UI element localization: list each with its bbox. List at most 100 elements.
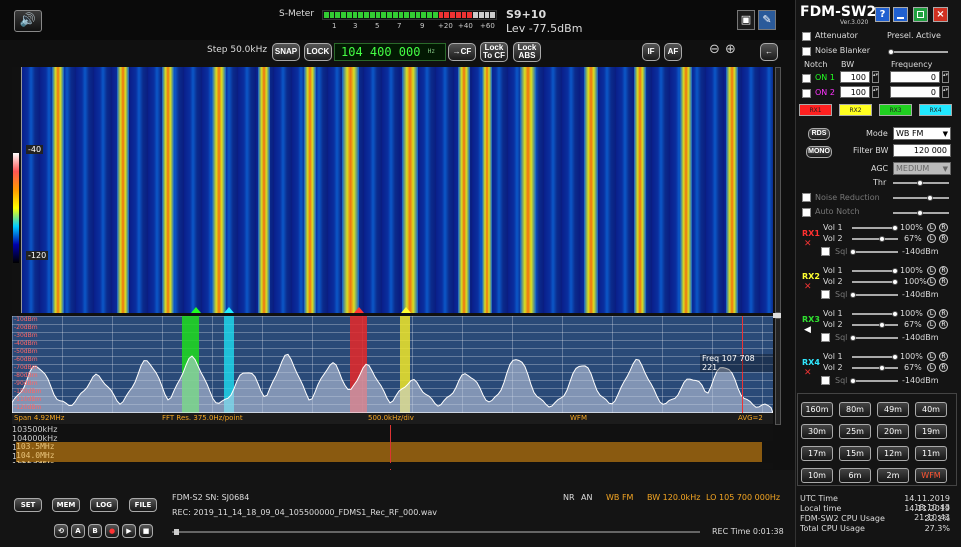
auto-notch-checkbox[interactable] bbox=[802, 208, 811, 217]
noise-blanker-slider[interactable] bbox=[888, 49, 948, 55]
mem-button[interactable]: MEM bbox=[52, 498, 80, 512]
slider-knob[interactable] bbox=[917, 210, 923, 216]
stop-icon[interactable]: ■ bbox=[139, 524, 153, 538]
notch1-bw-spinner[interactable]: ▴▾ bbox=[872, 71, 879, 83]
loop-icon[interactable]: ⟲ bbox=[54, 524, 68, 538]
rx1-select-button[interactable]: RX1 bbox=[799, 104, 832, 116]
spectrum-scrollbar[interactable] bbox=[775, 318, 781, 425]
band-button-6m[interactable]: 6m bbox=[839, 468, 871, 483]
record-icon[interactable]: ● bbox=[105, 524, 119, 538]
auto-notch-slider[interactable] bbox=[893, 210, 949, 216]
left-channel-icon[interactable]: L bbox=[927, 363, 936, 372]
set-button[interactable]: SET bbox=[14, 498, 42, 512]
notch1-freq-spinner[interactable]: ▴▾ bbox=[942, 71, 949, 83]
frequency-display[interactable]: 104 400 000 Hz bbox=[334, 43, 446, 61]
tools-icon[interactable]: ✎ bbox=[758, 10, 776, 30]
sql-checkbox[interactable] bbox=[821, 376, 830, 385]
mono-button[interactable]: MONO bbox=[806, 146, 832, 158]
left-channel-icon[interactable]: L bbox=[927, 320, 936, 329]
vol2-slider[interactable] bbox=[852, 322, 898, 328]
band-scrollbar[interactable] bbox=[12, 463, 773, 469]
slider-knob[interactable] bbox=[850, 378, 856, 384]
band-button-40m[interactable]: 40m bbox=[915, 402, 947, 417]
notch1-bw-input[interactable]: 100 bbox=[840, 71, 870, 83]
right-channel-icon[interactable]: R bbox=[939, 352, 948, 361]
band-button-2m[interactable]: 2m bbox=[877, 468, 909, 483]
vol2-slider[interactable] bbox=[852, 279, 898, 285]
screenshot-icon[interactable]: ▣ bbox=[737, 10, 755, 30]
sql-slider[interactable] bbox=[850, 378, 898, 384]
speaker-mute-icon[interactable]: ✕ bbox=[804, 239, 812, 249]
zoom-in-icon[interactable]: ⊕ bbox=[725, 42, 736, 57]
slider-knob[interactable] bbox=[892, 279, 898, 285]
speaker-mute-icon[interactable]: ✕ bbox=[804, 368, 812, 378]
rec-progress-track[interactable] bbox=[172, 529, 700, 535]
slider-knob[interactable] bbox=[850, 249, 856, 255]
rx4-select-button[interactable]: RX4 bbox=[919, 104, 952, 116]
notch2-freq-input[interactable]: 0 bbox=[890, 86, 940, 98]
speaker-icon[interactable]: 🔊 bbox=[14, 10, 42, 32]
slider-knob[interactable] bbox=[888, 49, 894, 55]
rx2-select-button[interactable]: RX2 bbox=[839, 104, 872, 116]
vol2-slider[interactable] bbox=[852, 365, 898, 371]
vol1-slider[interactable] bbox=[852, 354, 898, 360]
to-cf-button[interactable]: →CF bbox=[448, 43, 476, 61]
right-channel-icon[interactable]: R bbox=[939, 309, 948, 318]
slider-knob[interactable] bbox=[892, 354, 898, 360]
a-button[interactable]: A bbox=[71, 524, 85, 538]
noise-reduction-checkbox[interactable] bbox=[802, 193, 811, 202]
right-channel-icon[interactable]: R bbox=[939, 277, 948, 286]
frequency-axis[interactable]: 103500kHz104000kHz104500kHz105000kHz1055… bbox=[12, 425, 773, 515]
band-button-30m[interactable]: 30m bbox=[801, 424, 833, 439]
noise-reduction-slider[interactable] bbox=[893, 195, 949, 201]
vol1-slider[interactable] bbox=[852, 268, 898, 274]
slider-knob[interactable] bbox=[892, 268, 898, 274]
collapse-arrow-icon[interactable]: ← bbox=[760, 43, 778, 61]
band-button-wfm[interactable]: WFM bbox=[915, 468, 947, 483]
band-button-25m[interactable]: 25m bbox=[839, 424, 871, 439]
vol1-slider[interactable] bbox=[852, 225, 898, 231]
notch2-bw-spinner[interactable]: ▴▾ bbox=[872, 86, 879, 98]
left-channel-icon[interactable]: L bbox=[927, 277, 936, 286]
file-button[interactable]: FILE bbox=[129, 498, 157, 512]
b-button[interactable]: B bbox=[88, 524, 102, 538]
band-button-80m[interactable]: 80m bbox=[839, 402, 871, 417]
close-icon[interactable]: × bbox=[933, 7, 948, 22]
help-icon[interactable]: ? bbox=[875, 7, 890, 22]
slider-knob[interactable] bbox=[878, 322, 885, 328]
minimize-button[interactable] bbox=[893, 7, 908, 22]
band-button-49m[interactable]: 49m bbox=[877, 402, 909, 417]
log-button[interactable]: LOG bbox=[90, 498, 118, 512]
filter-bw-input[interactable]: 120 000 bbox=[893, 144, 951, 157]
notch2-checkbox[interactable] bbox=[802, 89, 811, 98]
band-button-17m[interactable]: 17m bbox=[801, 446, 833, 461]
left-channel-icon[interactable]: L bbox=[927, 234, 936, 243]
notch1-checkbox[interactable] bbox=[802, 74, 811, 83]
sql-checkbox[interactable] bbox=[821, 333, 830, 342]
lock-abs-button[interactable]: Lock ABS bbox=[513, 42, 541, 62]
slider-knob[interactable] bbox=[878, 365, 885, 371]
slider-knob[interactable] bbox=[878, 236, 885, 242]
left-channel-icon[interactable]: L bbox=[927, 266, 936, 275]
slider-knob[interactable] bbox=[892, 311, 898, 317]
rx3-select-button[interactable]: RX3 bbox=[879, 104, 912, 116]
rx1-marker[interactable] bbox=[354, 307, 364, 313]
sql-slider[interactable] bbox=[850, 335, 898, 341]
band-button-11m[interactable]: 11m bbox=[915, 446, 947, 461]
notch1-freq-input[interactable]: 0 bbox=[890, 71, 940, 83]
band-button-160m[interactable]: 160m bbox=[801, 402, 833, 417]
spectrum-display[interactable]: -10dBm -20dBm -30dBm -40dBm -50dBm -60dBm -70d… bbox=[12, 316, 773, 413]
af-button[interactable]: AF bbox=[664, 43, 682, 61]
band-strip[interactable]: 103.5MHz104.0MHz104.5MHz105.0MHz105.5MHz… bbox=[16, 442, 762, 532]
rx2-marker[interactable] bbox=[401, 307, 411, 313]
band-button-20m[interactable]: 20m bbox=[877, 424, 909, 439]
play-icon[interactable]: ▶ bbox=[122, 524, 136, 538]
band-button-10m[interactable]: 10m bbox=[801, 468, 833, 483]
band-button-12m[interactable]: 12m bbox=[877, 446, 909, 461]
slider-knob[interactable] bbox=[927, 195, 933, 201]
slider-knob[interactable] bbox=[917, 180, 923, 186]
speaker-mute-icon[interactable]: ◀ bbox=[804, 325, 811, 335]
notch2-freq-spinner[interactable]: ▴▾ bbox=[942, 86, 949, 98]
waterfall-display[interactable]: -40 -120 bbox=[12, 67, 773, 313]
speaker-mute-icon[interactable]: ✕ bbox=[804, 282, 812, 292]
